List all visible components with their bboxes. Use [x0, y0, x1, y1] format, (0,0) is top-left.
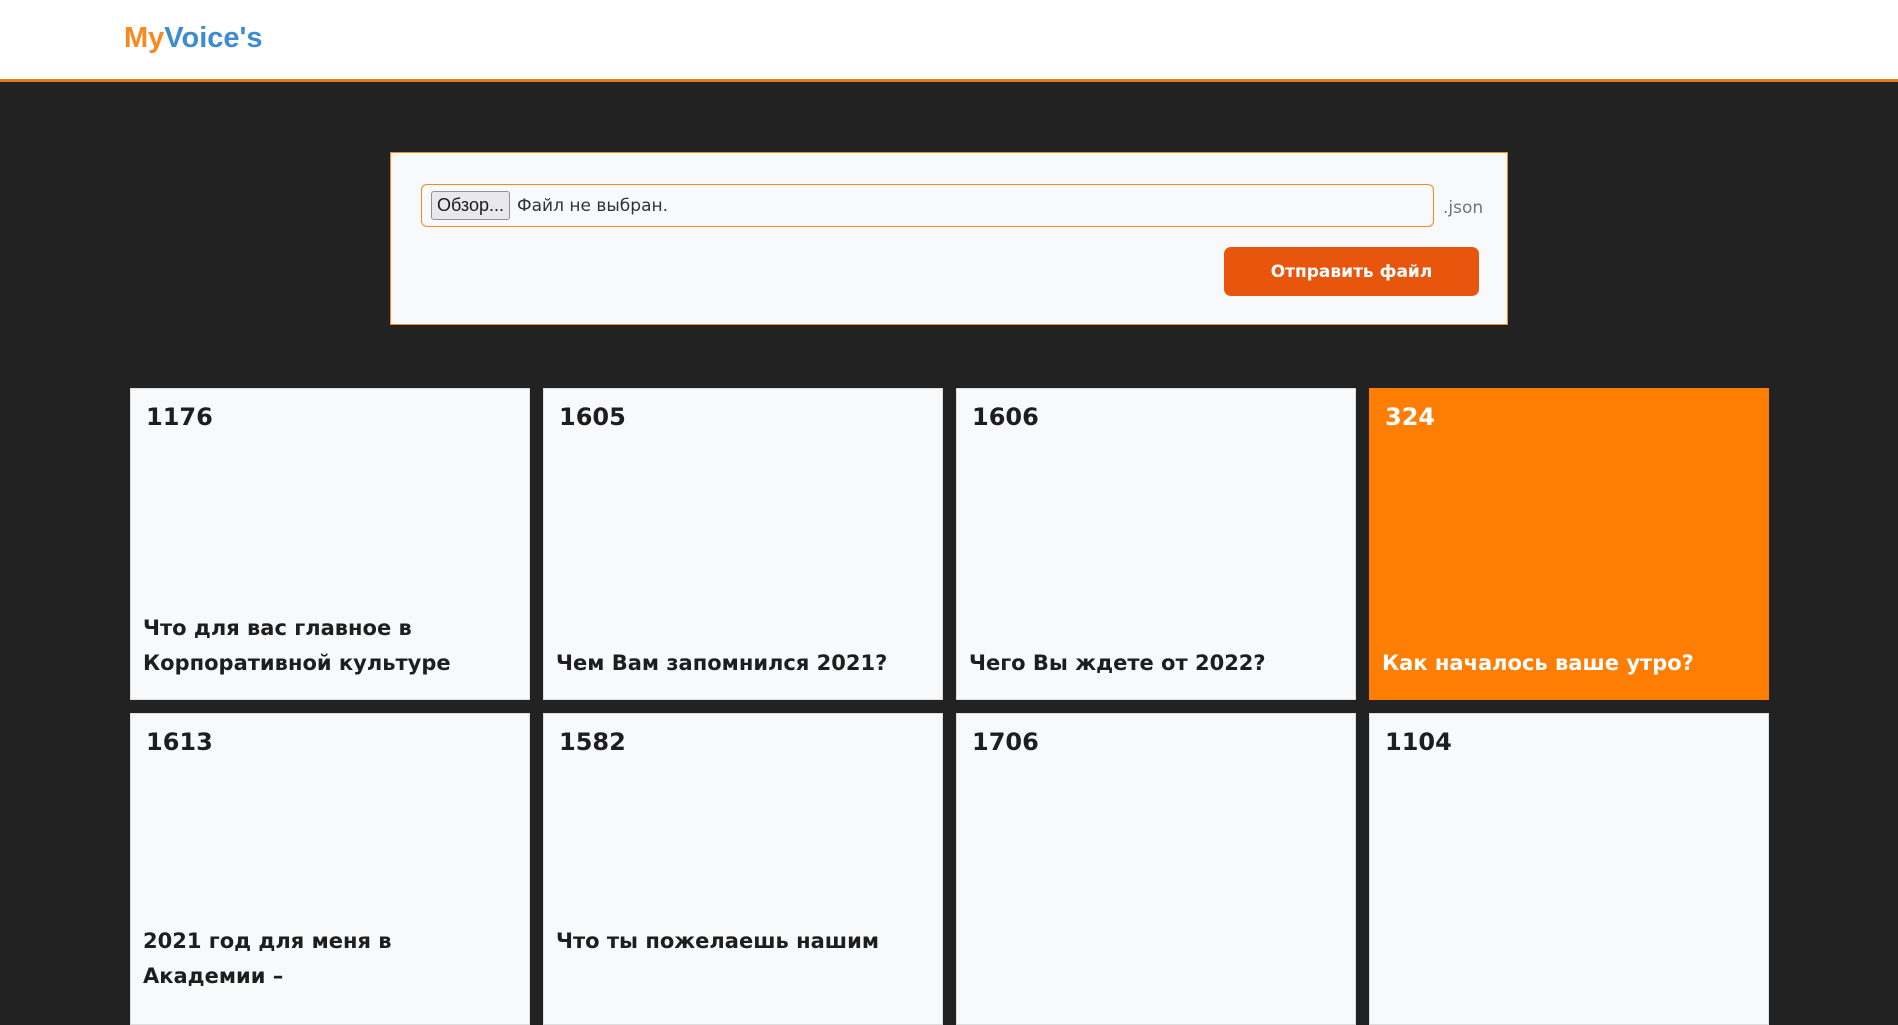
- extension-hint: .json: [1443, 198, 1484, 218]
- question-count: 1706: [972, 728, 1039, 756]
- question-title: Чего Вы ждете от 2022?: [969, 651, 1266, 675]
- question-card-highlighted[interactable]: 324 Как началось ваше утро?: [1369, 388, 1769, 700]
- question-card[interactable]: 1605 Чем Вам запомнился 2021?: [543, 388, 943, 700]
- file-status-text: Файл не выбран.: [517, 196, 668, 216]
- question-count: 1104: [1385, 728, 1452, 756]
- question-title: Что для вас главное в Корпоративной куль…: [143, 616, 451, 675]
- question-title: Чем Вам запомнился 2021?: [556, 651, 888, 675]
- question-count: 1606: [972, 403, 1039, 431]
- question-card[interactable]: 1706: [956, 713, 1356, 1025]
- question-card[interactable]: 1613 2021 год для меня в Академии –: [130, 713, 530, 1025]
- brand-logo[interactable]: MyVoice's: [124, 22, 263, 55]
- question-count: 1176: [146, 403, 213, 431]
- question-card[interactable]: 1582 Что ты пожелаешь нашим: [543, 713, 943, 1025]
- question-card[interactable]: 1104: [1369, 713, 1769, 1025]
- logo-voices: Voice's: [164, 22, 263, 54]
- question-count: 1613: [146, 728, 213, 756]
- question-title: 2021 год для меня в Академии –: [143, 929, 392, 988]
- question-title: Как началось ваше утро?: [1382, 651, 1694, 675]
- logo-my: My: [124, 22, 165, 54]
- browse-button[interactable]: Обзор...: [431, 191, 510, 220]
- question-title: Что ты пожелаешь нашим: [556, 929, 879, 953]
- question-count: 1582: [559, 728, 626, 756]
- file-input[interactable]: Обзор... Файл не выбран.: [421, 184, 1434, 227]
- question-card[interactable]: 1176 Что для вас главное в Корпоративной…: [130, 388, 530, 700]
- upload-form: Обзор... Файл не выбран. .json Отправить…: [390, 152, 1508, 325]
- question-count: 324: [1385, 403, 1436, 431]
- question-count: 1605: [559, 403, 626, 431]
- submit-file-button[interactable]: Отправить файл: [1224, 247, 1479, 296]
- top-navbar: MyVoice's: [0, 0, 1898, 82]
- question-card[interactable]: 1606 Чего Вы ждете от 2022?: [956, 388, 1356, 700]
